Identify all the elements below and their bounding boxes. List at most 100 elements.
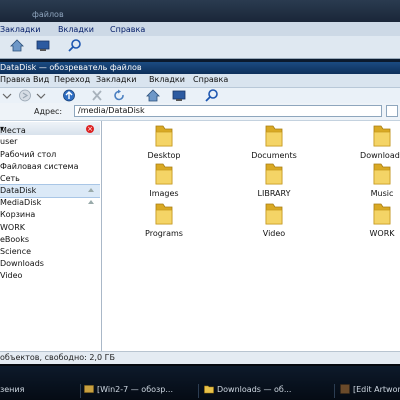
sidebar-item-video[interactable]: Video bbox=[0, 270, 100, 282]
folder-label: Music bbox=[370, 189, 394, 198]
sidebar-item-datadisk[interactable]: DataDisk bbox=[0, 184, 100, 198]
sidebar-item-downloads[interactable]: Downloads bbox=[0, 258, 100, 270]
image-editor-icon bbox=[340, 384, 350, 394]
sidebar-item-mediadisk[interactable]: MediaDisk bbox=[0, 197, 100, 209]
status-text: объектов, свободно: 2,0 ГБ bbox=[0, 353, 115, 362]
menu-tabs[interactable]: Вкладки bbox=[149, 75, 185, 84]
taskbar-item-3[interactable]: Downloads — об... bbox=[204, 381, 332, 399]
reload-icon[interactable] bbox=[112, 89, 126, 102]
sidebar-item-label: Рабочий стол bbox=[0, 150, 57, 159]
address-go-button[interactable] bbox=[386, 105, 398, 117]
folder-label: Video bbox=[262, 229, 286, 238]
folder-label: WORK bbox=[369, 229, 395, 238]
folder-icon bbox=[373, 163, 391, 185]
bg-menu-help[interactable]: Справка bbox=[110, 25, 145, 34]
sidebar-item-label: MediaDisk bbox=[0, 198, 42, 207]
menu-help[interactable]: Справка bbox=[193, 75, 228, 84]
folder-icon bbox=[155, 125, 173, 147]
home-icon[interactable] bbox=[10, 39, 24, 52]
folder-icon bbox=[155, 163, 173, 185]
sidebar-close-icon[interactable]: × bbox=[86, 125, 94, 133]
sidebar-item-work[interactable]: WORK bbox=[0, 222, 100, 234]
taskbar: зения [Win2-7 — обозр... Downloads — об.… bbox=[0, 366, 400, 400]
folder-label: LIBRARY bbox=[257, 189, 291, 198]
folder-icon bbox=[265, 125, 283, 147]
taskbar-item-label: [Win2-7 — обозр... bbox=[97, 385, 173, 394]
window-icon bbox=[84, 385, 94, 393]
background-window-titlebar: файлов bbox=[0, 0, 400, 22]
sidebar-item-trash[interactable]: Корзина bbox=[0, 209, 100, 221]
eject-icon[interactable] bbox=[88, 200, 94, 204]
taskbar-item-label: зения bbox=[0, 385, 25, 394]
file-view[interactable]: Desktop Documents Downloads Images LIBRA… bbox=[102, 121, 400, 351]
menu-go[interactable]: Переход bbox=[54, 75, 90, 84]
window-title: DataDisk — обозреватель файлов bbox=[0, 63, 142, 72]
folder-label: Images bbox=[149, 189, 179, 198]
forward-button-icon[interactable] bbox=[18, 89, 32, 102]
menu-view[interactable]: Вид bbox=[33, 75, 49, 84]
status-bar: объектов, свободно: 2,0 ГБ bbox=[0, 351, 400, 364]
taskbar-separator bbox=[198, 384, 199, 398]
folder-label: Documents bbox=[251, 151, 297, 160]
sidebar-item-ebooks[interactable]: eBooks bbox=[0, 234, 100, 246]
background-window-toolbar bbox=[0, 36, 400, 59]
sidebar-item-desktop[interactable]: Рабочий стол bbox=[0, 149, 100, 161]
stop-icon[interactable] bbox=[90, 89, 104, 102]
address-label: Адрес: bbox=[34, 107, 63, 116]
taskbar-separator bbox=[334, 384, 335, 398]
folder-icon bbox=[373, 125, 391, 147]
address-input[interactable] bbox=[74, 105, 382, 117]
sidebar-item-label: Файловая система bbox=[0, 162, 79, 171]
sidebar-header-label[interactable]: Места ▾ bbox=[0, 124, 26, 135]
folder-item-video[interactable]: Video bbox=[234, 201, 314, 261]
sidebar-item-label: WORK bbox=[0, 223, 26, 232]
sidebar-item-label: DataDisk bbox=[0, 186, 37, 195]
folder-icon bbox=[265, 163, 283, 185]
sidebar-item-user[interactable]: user bbox=[0, 136, 100, 148]
sidebar-item-label: user bbox=[0, 137, 18, 146]
sidebar-item-label: eBooks bbox=[0, 235, 29, 244]
folder-icon bbox=[204, 385, 214, 394]
computer-icon[interactable] bbox=[172, 89, 186, 102]
sidebar-item-label: Downloads bbox=[0, 259, 44, 268]
background-window-menubar: Закладки Вкладки Справка bbox=[0, 22, 400, 36]
sidebar-item-label: Video bbox=[0, 271, 23, 280]
search-icon[interactable] bbox=[205, 89, 219, 102]
folder-icon bbox=[373, 203, 391, 225]
menu-edit[interactable]: Правка bbox=[0, 75, 30, 84]
taskbar-item-4[interactable]: [Edit Artwor bbox=[340, 381, 400, 399]
sidebar-item-label: Корзина bbox=[0, 210, 36, 219]
up-arrow-icon[interactable] bbox=[62, 89, 76, 102]
toolbar bbox=[0, 87, 400, 104]
window-titlebar[interactable]: DataDisk — обозреватель файлов bbox=[0, 62, 400, 74]
menubar: Правка Вид Переход Закладки Вкладки Спра… bbox=[0, 74, 400, 87]
address-bar: Адрес: bbox=[0, 103, 400, 121]
menu-bookmarks[interactable]: Закладки bbox=[96, 75, 136, 84]
sidebar-item-label: Сеть bbox=[0, 174, 20, 183]
folder-label: Programs bbox=[145, 229, 183, 238]
forward-dropdown-icon[interactable] bbox=[34, 89, 48, 102]
folder-item-programs[interactable]: Programs bbox=[124, 201, 204, 261]
taskbar-item-2[interactable]: [Win2-7 — обозр... bbox=[84, 381, 196, 399]
bg-menu-bookmarks[interactable]: Закладки bbox=[0, 25, 40, 34]
sidebar-item-filesystem[interactable]: Файловая система bbox=[0, 161, 100, 173]
sidebar-item-science[interactable]: Science bbox=[0, 246, 100, 258]
computer-icon[interactable] bbox=[36, 39, 50, 52]
taskbar-item-label: Downloads — об... bbox=[217, 385, 292, 394]
sidebar-item-label: Science bbox=[0, 247, 32, 256]
folder-item-work[interactable]: WORK bbox=[342, 201, 400, 261]
home-icon[interactable] bbox=[146, 89, 160, 102]
taskbar-item-label: [Edit Artwor bbox=[353, 385, 400, 394]
folder-icon bbox=[155, 203, 173, 225]
folder-label: Downloads bbox=[360, 151, 400, 160]
back-dropdown-icon[interactable] bbox=[0, 89, 14, 102]
taskbar-item-1[interactable]: зения bbox=[0, 381, 80, 399]
bg-menu-tabs[interactable]: Вкладки bbox=[58, 25, 94, 34]
folder-label: Desktop bbox=[147, 151, 181, 160]
search-icon[interactable] bbox=[68, 39, 82, 52]
sidebar: Места ▾ × user Рабочий стол Файловая сист… bbox=[0, 121, 102, 351]
eject-icon[interactable] bbox=[88, 188, 94, 192]
taskbar-separator bbox=[80, 384, 81, 398]
folder-icon bbox=[265, 203, 283, 225]
sidebar-header[interactable]: Места ▾ × bbox=[0, 122, 100, 135]
